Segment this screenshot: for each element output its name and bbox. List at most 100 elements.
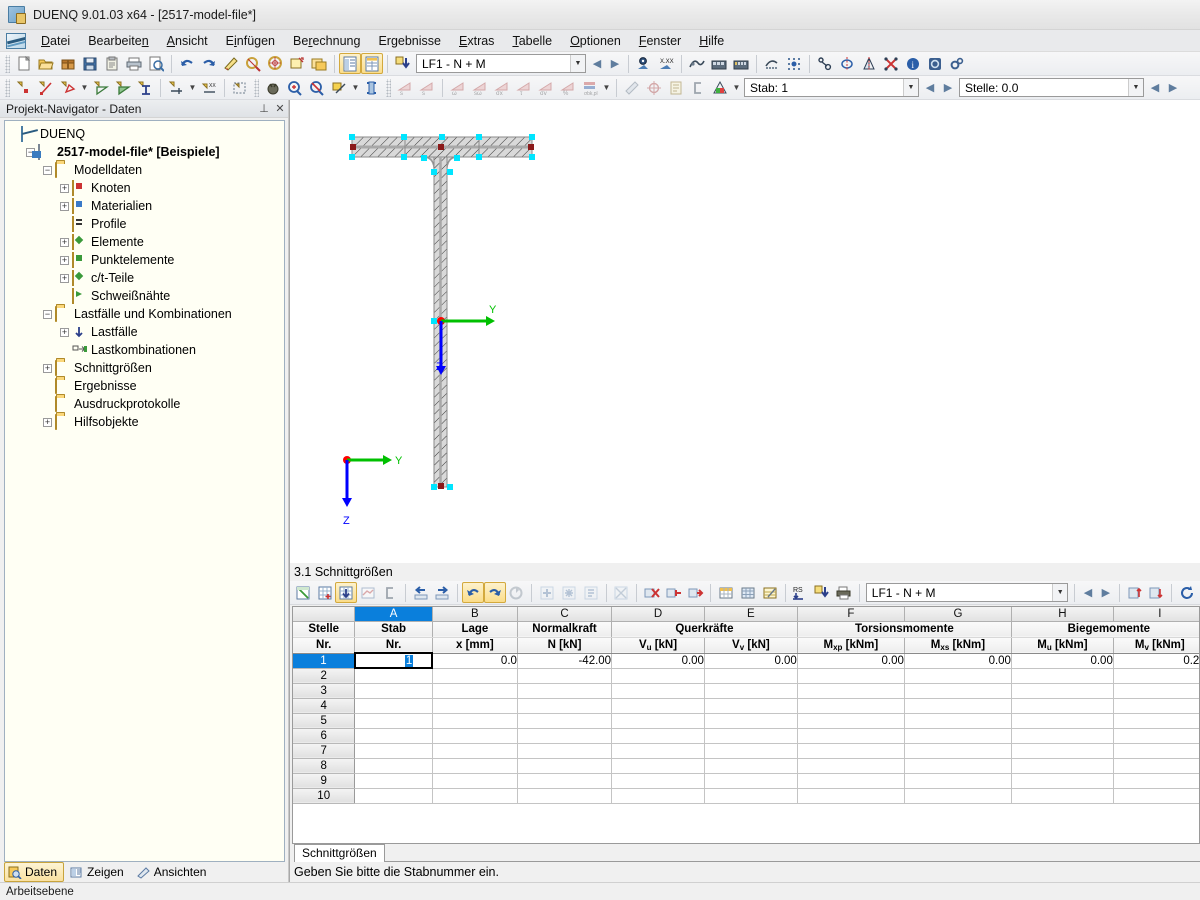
clear-table-icon[interactable] xyxy=(610,582,632,603)
add-row-icon[interactable] xyxy=(536,582,558,603)
select-region-icon[interactable] xyxy=(229,77,251,98)
stress-su-icon[interactable]: s xyxy=(394,77,416,98)
chevron-down-icon[interactable]: ▼ xyxy=(79,77,90,98)
stress-somega-icon[interactable]: sω xyxy=(469,77,491,98)
expand-icon[interactable]: + xyxy=(60,327,69,337)
move-right-icon[interactable] xyxy=(431,582,453,603)
mesh-settings-icon[interactable] xyxy=(783,53,805,74)
tree-item-punktelemente[interactable]: + Punktelemente xyxy=(9,251,284,269)
next-loadcase-button[interactable]: ▶ xyxy=(606,54,624,74)
position-combo[interactable]: Stelle: 0.0 ▼ xyxy=(959,78,1144,97)
table-cell[interactable] xyxy=(354,773,433,789)
tree-item-duenq[interactable]: DUENQ xyxy=(9,125,284,143)
table-cell[interactable] xyxy=(611,713,705,729)
table-cell[interactable] xyxy=(611,668,705,684)
tree-item-elemente[interactable]: + Elemente xyxy=(9,233,284,251)
table-cell[interactable] xyxy=(611,788,705,804)
table-cell[interactable]: 0.00 xyxy=(611,653,705,669)
table-cell[interactable] xyxy=(904,683,1012,699)
table-fill-down-icon[interactable] xyxy=(335,582,358,603)
next-position-button[interactable]: ▶ xyxy=(1164,78,1182,98)
rs-down-icon[interactable]: RS xyxy=(790,582,812,603)
table-cell[interactable] xyxy=(797,758,905,774)
tree-item-profile[interactable]: Profile xyxy=(9,215,284,233)
column-header-A[interactable]: A xyxy=(354,607,433,622)
table-cell[interactable]: -42.00 xyxy=(517,653,613,669)
table-cell[interactable] xyxy=(432,668,518,684)
table-cell[interactable] xyxy=(797,743,905,759)
table-row[interactable]: 8 xyxy=(293,758,1199,774)
row-header[interactable]: 10 xyxy=(293,788,356,804)
table-cell[interactable] xyxy=(517,668,613,684)
chevron-down-icon[interactable]: ▼ xyxy=(903,79,918,96)
delete-cross-icon[interactable] xyxy=(880,53,902,74)
table-cell[interactable] xyxy=(611,683,705,699)
table-cell[interactable] xyxy=(904,788,1012,804)
next-member-button[interactable]: ▶ xyxy=(939,78,957,98)
column-header-F[interactable]: F xyxy=(797,607,905,622)
table-cell[interactable] xyxy=(904,713,1012,729)
table-cell[interactable] xyxy=(797,713,905,729)
table-cell[interactable] xyxy=(1011,713,1114,729)
list-icon[interactable] xyxy=(665,77,687,98)
node-link-icon[interactable] xyxy=(814,53,836,74)
row-header[interactable]: 2 xyxy=(293,668,356,684)
table-cell[interactable] xyxy=(1011,788,1114,804)
nav-tab-ansichten[interactable]: Ansichten xyxy=(133,862,214,882)
column-header-I[interactable]: I xyxy=(1113,607,1199,622)
table-cell[interactable] xyxy=(354,683,433,699)
expand-icon[interactable]: + xyxy=(60,237,69,247)
toolbar-grip[interactable] xyxy=(5,78,10,97)
bracket-icon[interactable] xyxy=(687,77,709,98)
open-folder-icon[interactable] xyxy=(35,53,57,74)
node-new-icon[interactable] xyxy=(13,77,35,98)
menu-item-berechnung[interactable]: Berechnung xyxy=(284,32,369,50)
table-cell[interactable] xyxy=(517,728,613,744)
table-cell[interactable] xyxy=(1011,743,1114,759)
table-cell[interactable]: 0.00 xyxy=(1011,653,1114,669)
table-cell[interactable] xyxy=(1113,668,1199,684)
menu-item-ergebnisse[interactable]: Ergebnisse xyxy=(369,32,450,50)
table-cell[interactable] xyxy=(704,668,798,684)
table-cell[interactable] xyxy=(797,773,905,789)
row-header[interactable]: 3 xyxy=(293,683,356,699)
table-row[interactable]: 5 xyxy=(293,713,1199,729)
table-chart-icon[interactable] xyxy=(357,582,379,603)
expand-icon[interactable]: + xyxy=(43,417,52,427)
column-icon[interactable] xyxy=(361,77,383,98)
table-edit-icon[interactable] xyxy=(292,582,314,603)
table-cell[interactable] xyxy=(704,788,798,804)
printer-icon[interactable] xyxy=(833,582,855,603)
chevron-down-icon[interactable]: ▼ xyxy=(731,77,742,98)
table-cell[interactable] xyxy=(1011,758,1114,774)
render-view-icon[interactable] xyxy=(242,53,264,74)
add-sort-icon[interactable] xyxy=(580,582,602,603)
table-cell[interactable] xyxy=(904,743,1012,759)
table-cell[interactable] xyxy=(797,698,905,714)
tab-schnittgroessen[interactable]: Schnittgrößen xyxy=(294,844,385,862)
table-row[interactable]: 2 xyxy=(293,668,1199,684)
delete-left-icon[interactable] xyxy=(663,582,685,603)
table-cell[interactable] xyxy=(704,773,798,789)
row-header[interactable]: 5 xyxy=(293,713,356,729)
expand-icon[interactable]: + xyxy=(60,183,69,193)
close-icon[interactable]: ✕ xyxy=(272,101,288,117)
copy-icon[interactable] xyxy=(101,53,123,74)
table-cell[interactable] xyxy=(1113,788,1199,804)
table-cell[interactable] xyxy=(904,668,1012,684)
menu-item-ansicht[interactable]: Ansicht xyxy=(158,32,217,50)
mouse-select-icon[interactable] xyxy=(262,77,284,98)
table-cell[interactable] xyxy=(432,713,518,729)
menu-item-fenster[interactable]: Fenster xyxy=(630,32,690,50)
table-cell[interactable] xyxy=(797,788,905,804)
tree-item-knoten[interactable]: + Knoten xyxy=(9,179,284,197)
menu-item-datei[interactable]: Datei xyxy=(32,32,79,50)
print-icon[interactable] xyxy=(123,53,145,74)
column-header-D[interactable]: D xyxy=(611,607,705,622)
filter-up-icon[interactable] xyxy=(1124,582,1146,603)
table-cell[interactable] xyxy=(704,758,798,774)
info-icon[interactable]: i xyxy=(902,53,924,74)
expand-icon[interactable]: + xyxy=(60,201,69,211)
table-cell[interactable] xyxy=(1113,713,1199,729)
table-cell[interactable] xyxy=(704,713,798,729)
